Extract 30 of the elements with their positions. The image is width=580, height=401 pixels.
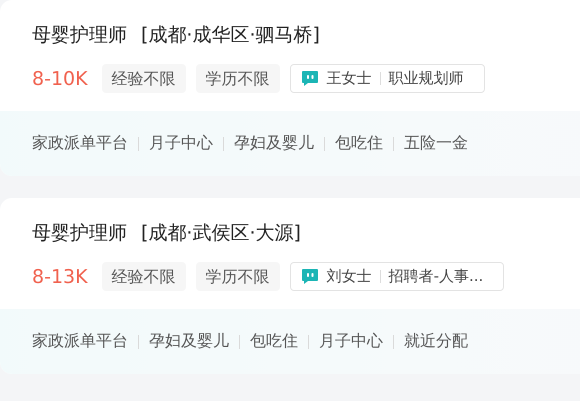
welfare-tag: 月子中心	[319, 331, 383, 352]
recruiter-chip[interactable]: 刘女士 招聘者-人事...	[290, 262, 504, 291]
recruiter-chip[interactable]: 王女士 职业规划师	[290, 64, 485, 93]
job-location: [成都·武侯区·大源]	[141, 221, 301, 246]
chat-icon	[300, 268, 319, 285]
recruiter-name: 王女士	[326, 69, 372, 88]
welfare-tag: 就近分配	[404, 331, 468, 352]
welfare-tag: 孕妇及婴儿	[149, 331, 229, 352]
requirement-tag: 经验不限	[102, 262, 186, 291]
salary-range: 8-10K	[32, 68, 88, 90]
job-title: 母婴护理师	[32, 221, 127, 246]
welfare-tag: 五险一金	[404, 133, 468, 154]
job-location: [成都·成华区·驷马桥]	[141, 23, 320, 48]
recruiter-name: 刘女士	[326, 267, 372, 286]
job-title: 母婴护理师	[32, 23, 127, 48]
welfare-tag: 家政派单平台	[32, 331, 128, 352]
job-card[interactable]: 母婴护理师 [成都·成华区·驷马桥] 8-10K 经验不限 学历不限 王女士 职业规划师 家政派单平台 月子中心 孕妇及婴儿 包吃住 五险一金	[0, 0, 580, 176]
requirement-tag: 学历不限	[196, 64, 280, 93]
job-card[interactable]: 母婴护理师 [成都·武侯区·大源] 8-13K 经验不限 学历不限 刘女士 招聘者-人事... 家政派单平台 孕妇及婴儿 包吃住 月子中心 就近分配	[0, 198, 580, 374]
requirement-tag: 学历不限	[196, 262, 280, 291]
chat-icon	[300, 70, 319, 87]
welfare-tag: 月子中心	[149, 133, 213, 154]
salary-range: 8-13K	[32, 266, 88, 288]
recruiter-role: 职业规划师	[388, 69, 464, 88]
recruiter-role: 招聘者-人事...	[388, 267, 484, 286]
welfare-tag: 家政派单平台	[32, 133, 128, 154]
welfare-tag: 包吃住	[335, 133, 383, 154]
welfare-tag: 包吃住	[250, 331, 298, 352]
requirement-tag: 经验不限	[102, 64, 186, 93]
welfare-tag: 孕妇及婴儿	[234, 133, 314, 154]
